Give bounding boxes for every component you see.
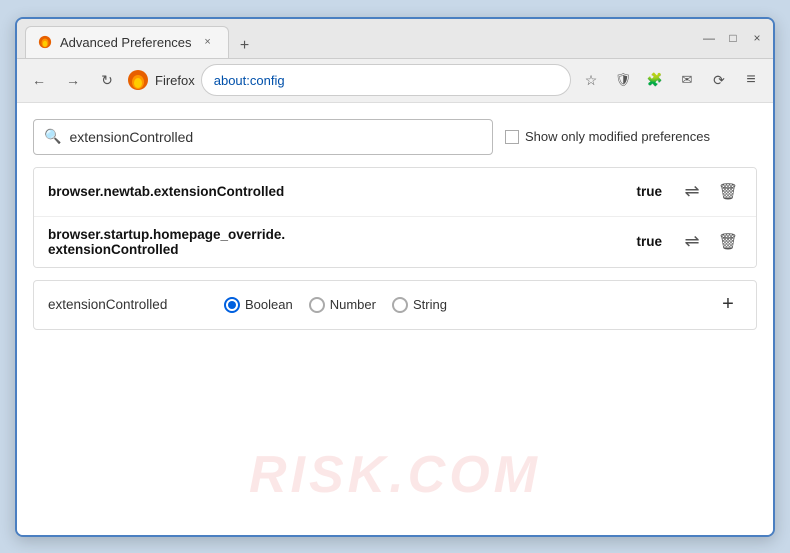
new-preference-row: extensionControlled Boolean Number <box>33 280 757 330</box>
radio-boolean-label: Boolean <box>245 297 293 312</box>
window-close-button[interactable]: × <box>749 30 765 46</box>
radio-number[interactable]: Number <box>309 297 376 313</box>
search-box[interactable]: 🔍 extensionControlled <box>33 119 493 155</box>
browser-name: Firefox <box>155 73 195 88</box>
sync-icon[interactable]: ⟳ <box>705 66 733 94</box>
search-icon: 🔍 <box>44 128 61 145</box>
search-row: 🔍 extensionControlled Show only modified… <box>33 119 757 155</box>
extension-icon[interactable]: 🧩 <box>641 66 669 94</box>
radio-number-circle <box>309 297 325 313</box>
pref-value-1: true <box>636 184 662 199</box>
delete-icon-2: 🗑 <box>718 232 738 252</box>
bookmark-icon[interactable]: ☆ <box>577 66 605 94</box>
tab-favicon <box>38 35 52 49</box>
back-button[interactable]: ← <box>25 66 53 94</box>
profile-icon[interactable]: ✉ <box>673 66 701 94</box>
show-modified-option[interactable]: Show only modified preferences <box>505 129 710 144</box>
pref-name-2-container: browser.startup.homepage_override. exten… <box>48 227 628 257</box>
show-modified-label: Show only modified preferences <box>525 129 710 144</box>
radio-boolean-inner <box>228 301 236 309</box>
pref-reset-button-1[interactable]: ⇌ <box>678 178 706 206</box>
exchange-icon-2: ⇌ <box>684 231 699 252</box>
reload-button[interactable]: ↻ <box>93 66 121 94</box>
browser-window: Advanced Preferences × + — □ × ← → ↻ Fir… <box>15 17 775 537</box>
preferences-table: browser.newtab.extensionControlled true … <box>33 167 757 268</box>
show-modified-checkbox[interactable] <box>505 130 519 144</box>
menu-icon[interactable]: ≡ <box>737 66 765 94</box>
add-preference-button[interactable]: + <box>714 291 742 319</box>
window-controls: — □ × <box>701 30 765 46</box>
active-tab[interactable]: Advanced Preferences × <box>25 26 229 58</box>
address-bar-url: about:config <box>214 73 285 88</box>
type-radio-group: Boolean Number String <box>224 297 447 313</box>
radio-boolean-circle <box>224 297 240 313</box>
pref-value-2: true <box>636 234 662 249</box>
new-pref-name: extensionControlled <box>48 297 208 312</box>
pref-delete-button-2[interactable]: 🗑 <box>714 228 742 256</box>
nav-icons: ☆ 🛡 🧩 ✉ ⟳ ≡ <box>577 66 765 94</box>
pref-name-2b: extensionControlled <box>48 242 628 257</box>
table-row: browser.newtab.extensionControlled true … <box>34 168 756 217</box>
radio-string-circle <box>392 297 408 313</box>
firefox-logo <box>127 69 149 91</box>
content-area: RISK.COM 🔍 extensionControlled Show only… <box>17 103 773 535</box>
pref-delete-button-1[interactable]: 🗑 <box>714 178 742 206</box>
tab-area: Advanced Preferences × + <box>25 19 701 58</box>
minimize-button[interactable]: — <box>701 30 717 46</box>
radio-boolean[interactable]: Boolean <box>224 297 293 313</box>
maximize-button[interactable]: □ <box>725 30 741 46</box>
shield-icon[interactable]: 🛡 <box>609 66 637 94</box>
title-bar: Advanced Preferences × + — □ × <box>17 19 773 59</box>
watermark: RISK.COM <box>249 445 541 505</box>
forward-button[interactable]: → <box>59 66 87 94</box>
search-input[interactable]: extensionControlled <box>69 129 193 145</box>
table-row: browser.startup.homepage_override. exten… <box>34 217 756 267</box>
tab-close-button[interactable]: × <box>200 34 216 50</box>
add-icon: + <box>722 293 734 316</box>
tab-title: Advanced Preferences <box>60 35 192 50</box>
new-tab-button[interactable]: + <box>233 34 257 58</box>
exchange-icon-1: ⇌ <box>684 181 699 202</box>
radio-string[interactable]: String <box>392 297 447 313</box>
radio-number-label: Number <box>330 297 376 312</box>
navbar: ← → ↻ Firefox about:config ☆ 🛡 🧩 ✉ ⟳ ≡ <box>17 59 773 103</box>
radio-string-label: String <box>413 297 447 312</box>
pref-name-2a: browser.startup.homepage_override. <box>48 227 628 242</box>
delete-icon-1: 🗑 <box>718 182 738 202</box>
address-bar[interactable]: about:config <box>201 64 571 96</box>
pref-name-1: browser.newtab.extensionControlled <box>48 184 628 199</box>
pref-reset-button-2[interactable]: ⇌ <box>678 228 706 256</box>
